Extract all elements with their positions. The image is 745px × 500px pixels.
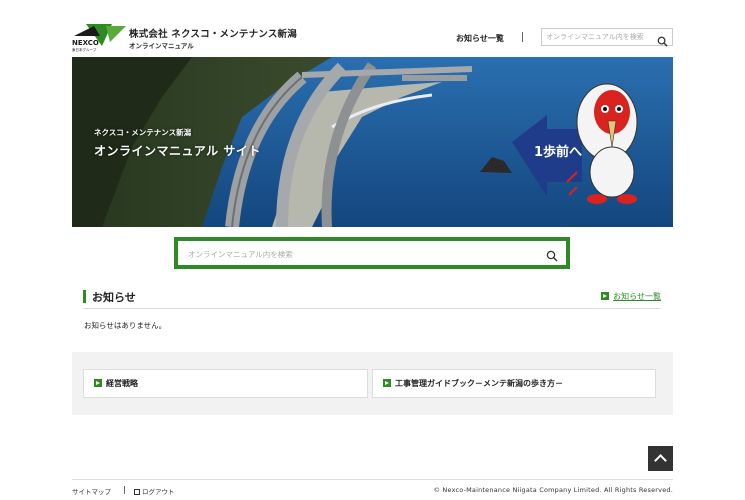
sign-text: 1歩前へ — [534, 145, 583, 160]
footer-logout-label: ログアウト — [142, 488, 175, 496]
footer-logout-link[interactable]: ログアウト — [134, 486, 175, 496]
link-card-construction-guide[interactable]: 工事管理ガイドブック－メンテ新潟の歩き方－ — [372, 369, 656, 398]
link-card-label: 経営戦略 — [106, 379, 138, 388]
site-subtitle: オンラインマニュアル — [129, 42, 194, 50]
link-card-management-strategy[interactable]: 経営戦略 — [83, 369, 368, 398]
hero-banner: ネクスコ・メンテナンス新潟 オンラインマニュアル サイト 1歩前へ — [72, 57, 673, 227]
arrow-right-icon — [601, 292, 610, 300]
copyright-text: © Nexco-Maintenance Niigata Company Limi… — [433, 486, 673, 494]
notices-header: お知らせ お知らせ一覧 — [83, 289, 661, 309]
link-card-label: 工事管理ガイドブック－メンテ新潟の歩き方－ — [395, 379, 563, 388]
arrow-right-icon — [383, 379, 391, 387]
logo-subtext: 東日本グループ — [72, 47, 97, 52]
logout-icon — [134, 489, 140, 495]
notices-all-link[interactable]: お知らせ一覧 — [601, 291, 661, 302]
footer-divider — [72, 479, 673, 480]
notices-empty-message: お知らせはありません。 — [84, 321, 167, 330]
notices-all-label: お知らせ一覧 — [613, 292, 661, 301]
notices-title: お知らせ — [92, 291, 136, 304]
hero-title: オンラインマニュアル サイト — [94, 144, 261, 158]
company-name: 株式会社 ネクスコ・メンテナンス新潟 — [129, 29, 297, 40]
main-search — [174, 237, 570, 269]
main-search-input[interactable] — [188, 246, 528, 262]
heading-accent-bar — [83, 290, 86, 303]
logo-text: NEXCO — [72, 39, 99, 47]
arrow-right-icon — [94, 379, 102, 387]
link-panel: 経営戦略 工事管理ガイドブック－メンテ新潟の歩き方－ — [72, 352, 673, 415]
header-search — [541, 28, 673, 47]
header-divider — [522, 32, 523, 42]
hero-company-text: ネクスコ・メンテナンス新潟 — [94, 128, 192, 137]
page-top-button[interactable] — [648, 446, 673, 471]
nexco-logo[interactable]: NEXCO 東日本グループ — [72, 22, 126, 52]
search-icon[interactable] — [657, 32, 668, 47]
footer-separator — [124, 486, 125, 494]
site-header: NEXCO 東日本グループ 株式会社 ネクスコ・メンテナンス新潟 オンラインマニ… — [72, 22, 673, 52]
header-search-input[interactable] — [546, 31, 656, 43]
header-news-link[interactable]: お知らせ一覧 — [456, 33, 504, 44]
search-icon[interactable] — [546, 247, 558, 262]
page: NEXCO 東日本グループ 株式会社 ネクスコ・メンテナンス新潟 オンラインマニ… — [0, 0, 745, 500]
footer-sitemap-link[interactable]: サイトマップ — [72, 486, 111, 496]
